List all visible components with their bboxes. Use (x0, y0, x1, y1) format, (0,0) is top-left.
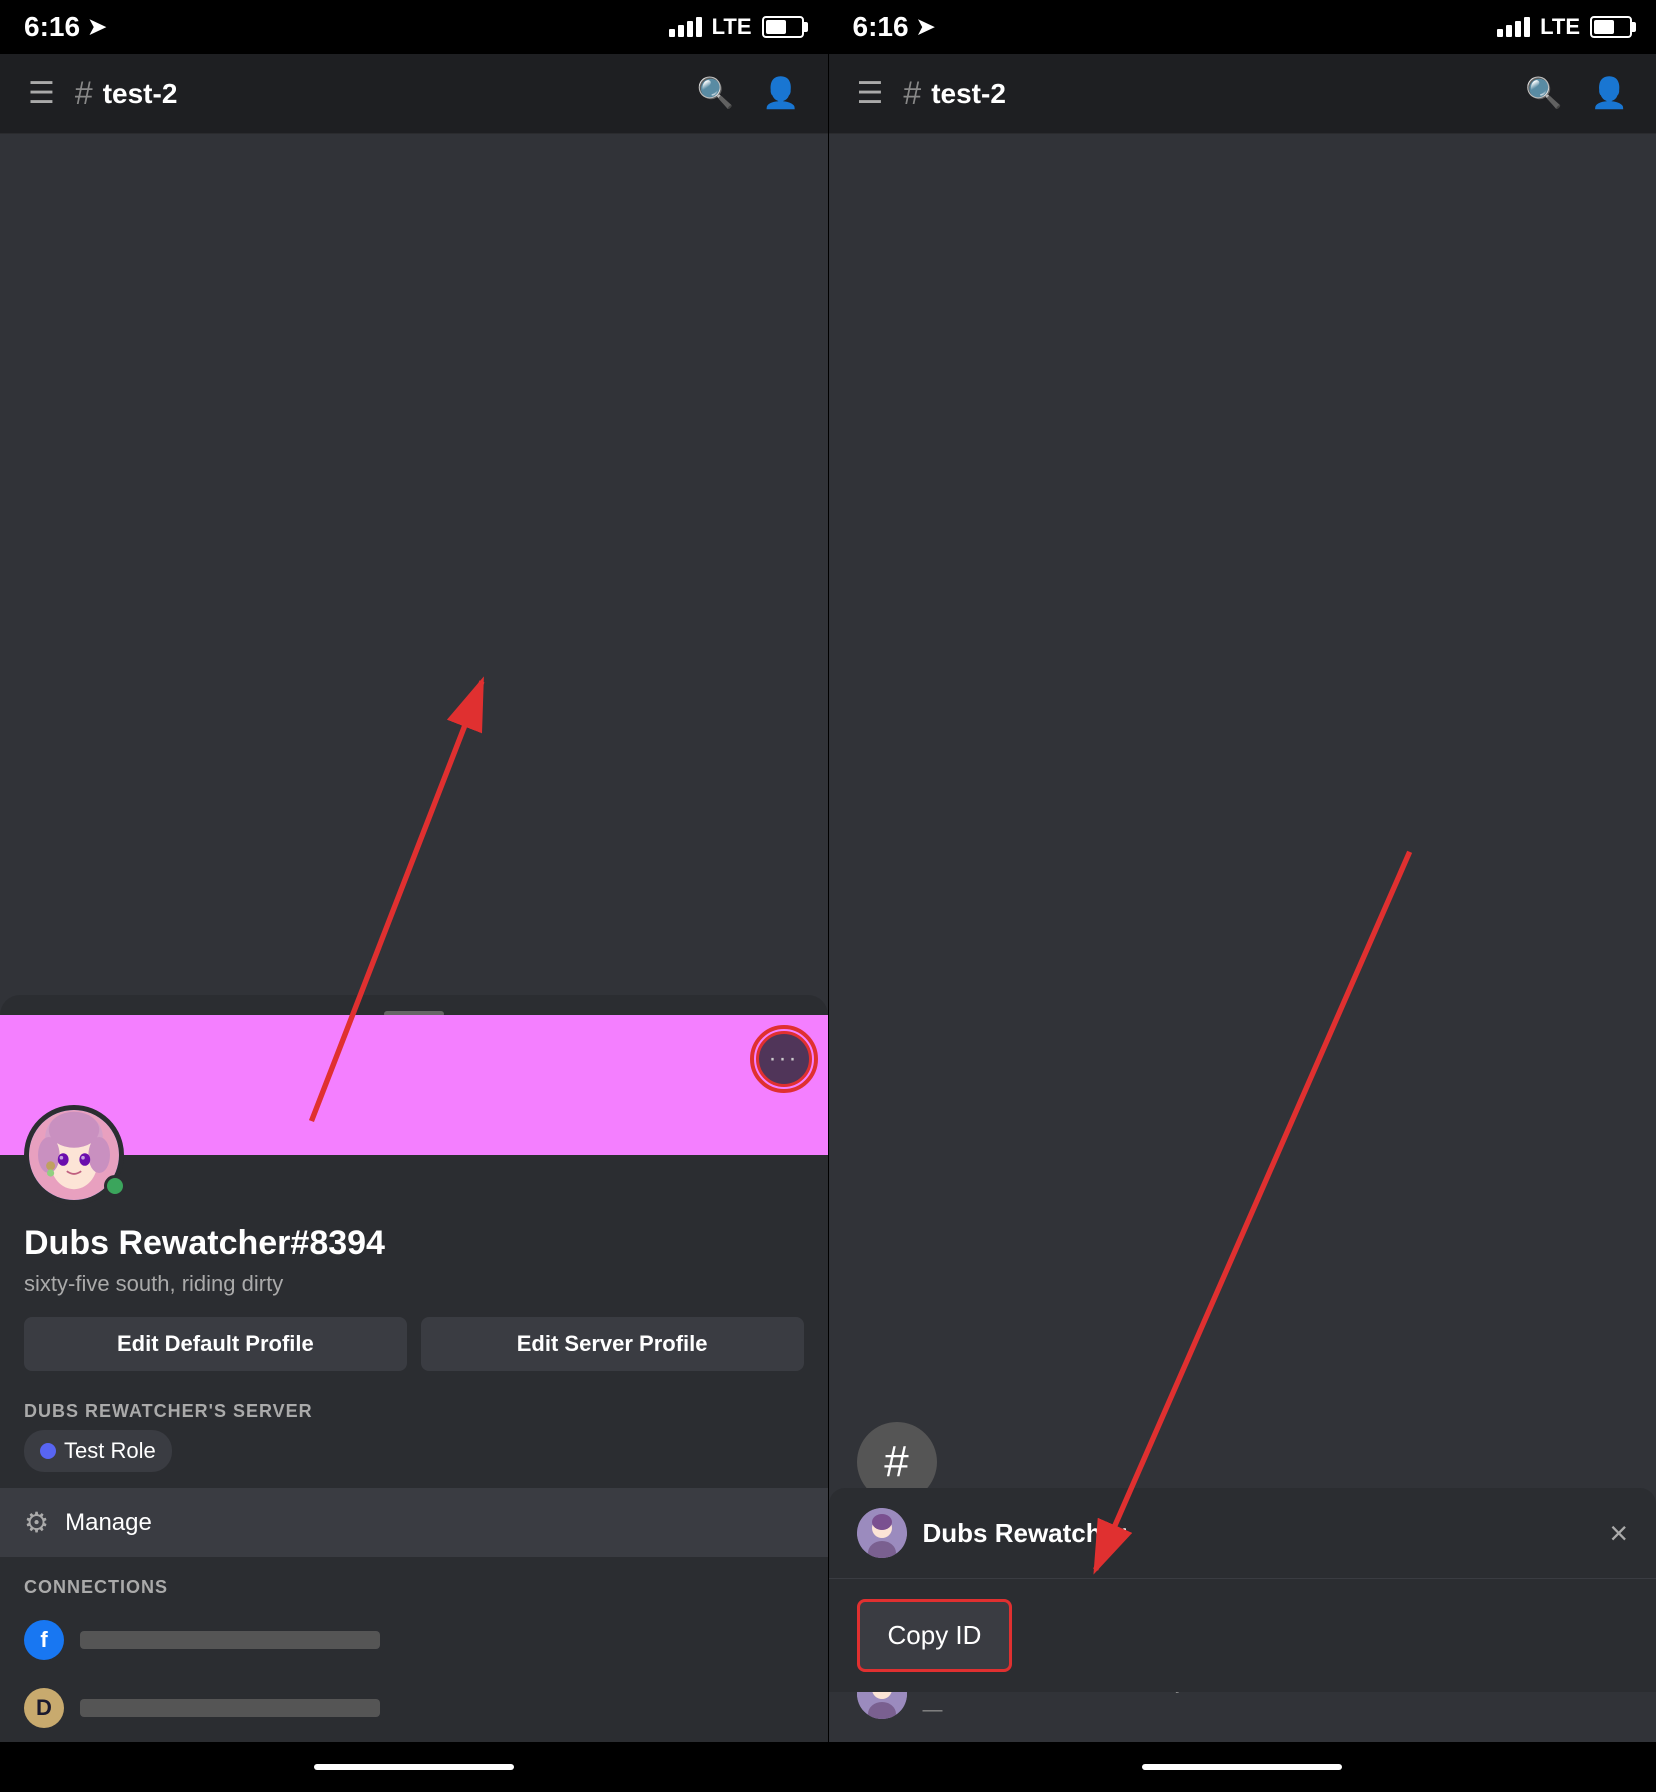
status-right-right: LTE (1497, 14, 1632, 40)
connection-facebook-text (80, 1631, 380, 1649)
location-arrow-icon-right: ➤ (917, 14, 935, 40)
manage-row[interactable]: ⚙ Manage (0, 1488, 828, 1557)
hash-icon-left: # (75, 75, 93, 112)
manage-label: Manage (65, 1509, 152, 1537)
message-text: — (923, 1699, 1629, 1722)
home-bar-left (0, 1742, 828, 1792)
location-arrow-icon-left: ➤ (88, 14, 106, 40)
time-left: 6:16 (24, 11, 80, 43)
close-icon[interactable]: × (1609, 1515, 1628, 1552)
hash-icon-right: # (903, 75, 921, 112)
chat-area-right: # Welcome to #test-2! This is the start … (829, 134, 1656, 1742)
edit-default-profile-button[interactable]: Edit Default Profile (24, 1317, 407, 1371)
context-menu-header: Dubs Rewatcher × (829, 1488, 1656, 1579)
battery-icon-left (762, 16, 804, 38)
status-time-right: 6:16 ➤ (853, 11, 935, 43)
battery-icon-right (1590, 16, 1632, 38)
profile-info: Dubs Rewatcher#8394 sixty-five south, ri… (0, 1210, 828, 1297)
role-tag: Test Role (24, 1430, 172, 1472)
profile-buttons: Edit Default Profile Edit Server Profile (0, 1297, 828, 1391)
online-status-indicator (104, 1175, 126, 1197)
profile-username: Dubs Rewatcher (24, 1224, 290, 1262)
members-icon-left[interactable]: 👤 (762, 76, 799, 111)
hash-symbol: # (884, 1437, 908, 1487)
status-right-left: LTE (669, 14, 804, 40)
lte-label-right: LTE (1540, 14, 1580, 40)
hamburger-icon-left[interactable]: ☰ (28, 76, 55, 111)
connections-section-title: CONNECTIONS (0, 1567, 828, 1606)
time-right: 6:16 (853, 11, 909, 43)
context-menu-username: Dubs Rewatcher (923, 1518, 1594, 1549)
role-name: Test Role (64, 1438, 156, 1464)
connection-row-lol: D (0, 1674, 828, 1742)
hamburger-icon-right[interactable]: ☰ (857, 76, 884, 111)
role-color-dot (40, 1443, 56, 1459)
left-phone-panel: 6:16 ➤ LTE ☰ # test-2 🔍 👤 (0, 0, 828, 1792)
lte-label-left: LTE (712, 14, 752, 40)
context-menu: Dubs Rewatcher × Copy ID (829, 1488, 1656, 1692)
search-icon-right[interactable]: 🔍 (1525, 76, 1562, 111)
nav-bar-right: ☰ # test-2 🔍 👤 (829, 54, 1656, 134)
facebook-icon: f (24, 1620, 64, 1660)
lol-icon: D (24, 1688, 64, 1728)
home-bar-right (829, 1742, 1656, 1792)
ctx-avatar-illustration (857, 1508, 907, 1558)
connection-lol-text (80, 1699, 380, 1717)
channel-name-text-right: test-2 (931, 78, 1006, 110)
channel-name-right: # test-2 (903, 75, 1505, 112)
channel-name-text-left: test-2 (103, 78, 178, 110)
profile-discriminator: #8394 (290, 1224, 385, 1262)
ellipsis-icon: ··· (769, 1045, 799, 1073)
search-icon-left[interactable]: 🔍 (697, 76, 734, 111)
nav-actions-right: 🔍 👤 (1525, 76, 1628, 111)
connection-row-facebook: f (0, 1606, 828, 1674)
status-bar-left: 6:16 ➤ LTE (0, 0, 828, 54)
profile-bio: sixty-five south, riding dirty (24, 1271, 804, 1297)
channel-name-left: # test-2 (75, 75, 677, 112)
nav-actions-left: 🔍 👤 (697, 76, 800, 111)
copy-id-button[interactable]: Copy ID (857, 1599, 1013, 1672)
server-section-title: DUBS REWATCHER'S SERVER (0, 1391, 828, 1430)
status-time-left: 6:16 ➤ (24, 11, 106, 43)
profile-sheet: ··· (0, 995, 828, 1742)
right-phone-panel: 6:16 ➤ LTE ☰ # test-2 🔍 👤 (829, 0, 1656, 1792)
context-menu-avatar (857, 1508, 907, 1558)
home-indicator-left (314, 1764, 514, 1770)
nav-bar-left: ☰ # test-2 🔍 👤 (0, 54, 828, 134)
home-indicator-right (1142, 1764, 1342, 1770)
gear-icon: ⚙ (24, 1506, 49, 1539)
chat-area-left: ··· (0, 134, 828, 1742)
signal-icon-left (669, 17, 702, 37)
members-icon-right[interactable]: 👤 (1591, 76, 1628, 111)
more-options-button[interactable]: ··· (756, 1031, 812, 1087)
signal-icon-right (1497, 17, 1530, 37)
status-bar-right: 6:16 ➤ LTE (829, 0, 1656, 54)
profile-avatar-area (0, 1105, 828, 1210)
edit-server-profile-button[interactable]: Edit Server Profile (421, 1317, 804, 1371)
